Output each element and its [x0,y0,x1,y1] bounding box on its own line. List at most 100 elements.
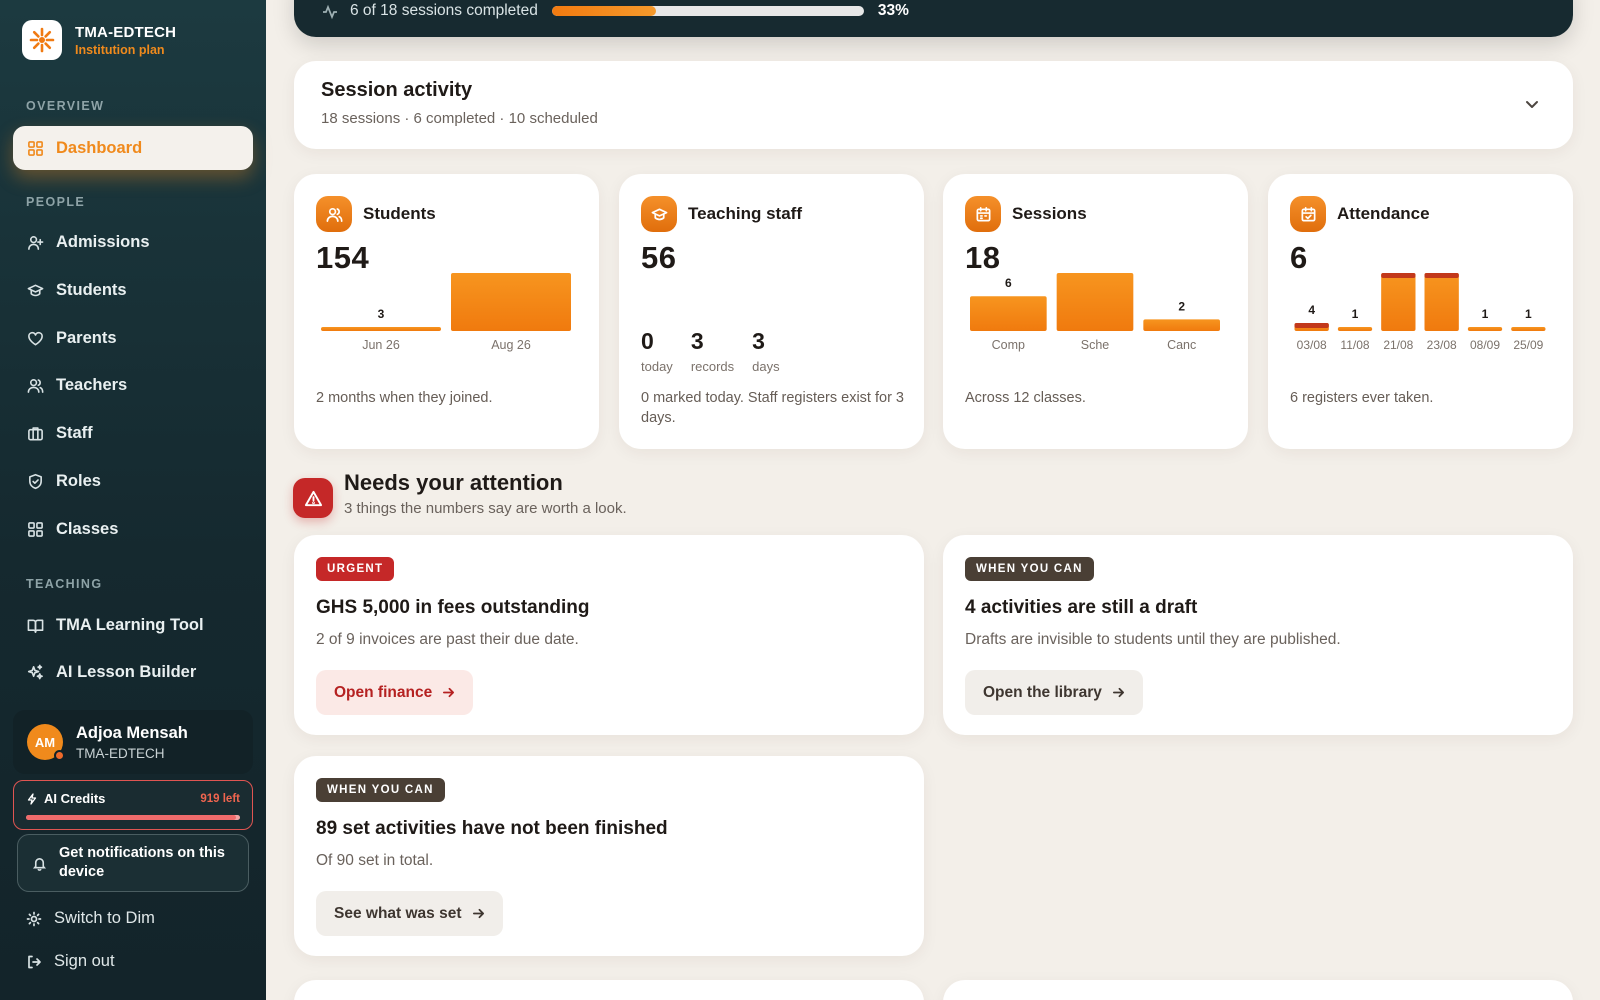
sidebar-item-teachers[interactable]: Teachers [13,363,253,407]
nav-section-overview: OVERVIEW [26,99,105,113]
next-card [943,980,1573,1000]
stat-note: 2 months when they joined. [316,390,493,406]
sessions-bar-chart: 6 Comp 10 Sche 2 Canc [970,266,1220,352]
students-stat-card[interactable]: Students 154 3Jun 26151Aug 26 2 months w… [294,174,599,449]
chart-bar-cap [1424,273,1459,278]
when-you-can-badge: WHEN YOU CAN [965,557,1094,581]
calendar-check-icon [1290,196,1326,232]
open-library-button[interactable]: Open the library [965,670,1143,715]
sidebar-item-label: Teachers [56,375,128,394]
ai-credits-title: AI Credits [44,791,106,806]
sidebar-item-ai-lesson-builder[interactable]: AI Lesson Builder [13,650,253,694]
progress-text: 6 of 18 sessions completed [350,2,538,19]
chart-data-label: 6 [1005,276,1012,290]
chart-category-label: 23/08 [1427,338,1457,352]
nav-section-teaching: TEACHING [26,577,103,591]
chart-bar [1511,327,1546,331]
sidebar-item-dashboard[interactable]: Dashboard [13,126,253,170]
mini-label: days [752,359,780,374]
task-title: GHS 5,000 in fees outstanding [316,597,590,618]
mini-stat-days: 3 days [752,328,779,374]
next-card [294,980,924,1000]
notifications-button[interactable]: Get notifications on this device [17,834,249,892]
progress-track [551,6,864,16]
book-open-icon [27,619,44,633]
progress-fill [551,6,656,16]
urgent-badge: URGENT [316,557,395,581]
stat-title: Sessions [1012,204,1087,223]
chart-bar [970,296,1047,331]
chart-data-label: 4 [1308,303,1315,317]
status-dot [54,750,65,761]
stat-value: 56 [641,240,677,275]
mini-value: 3 [690,328,704,354]
see-what-was-set-button[interactable]: See what was set [316,891,503,936]
chart-category-label: Aug 26 [491,338,531,352]
teaching-staff-stat-card[interactable]: Teaching staff 56 0 today 3 records 3 days … [619,174,924,449]
nav-section-people: PEOPLE [26,195,86,209]
brand-name: TMA-EDTECH [75,23,177,41]
warning-icon [293,478,333,518]
sidebar-item-staff[interactable]: Staff [13,411,253,455]
chart-category-label: Comp [992,338,1025,352]
switch-theme-button[interactable]: Switch to Dim [26,909,155,928]
sessions-stat-card[interactable]: Sessions 18 6Comp10Sche2Canc Across 12 c… [943,174,1248,449]
mini-label: records [690,359,735,374]
user-card[interactable]: AM Adjoa Mensah TMA-EDTECH [13,710,253,774]
session-activity-card[interactable]: Session activity 18 sessions · 6 complet… [294,61,1573,149]
chart-data-label: 3 [378,307,385,321]
students-bar-chart: 3 Jun 26 151 Aug 26 [321,266,571,352]
mini-value: 3 [752,328,765,354]
sidebar-item-learning-tool[interactable]: TMA Learning Tool [13,603,253,647]
stat-note: 0 marked today. Staff registers exist fo… [641,390,904,426]
chart-category-label: Sche [1081,338,1110,352]
ai-credits-header: AI Credits [26,791,105,806]
task-card-activities: WHEN YOU CAN 89 set activities have not … [294,756,924,956]
bell-icon [32,857,47,871]
sidebar-item-label: Classes [56,519,119,538]
chart-category-label: Jun 26 [362,338,400,352]
sidebar-item-parents[interactable]: Parents [13,316,253,360]
lightning-icon [27,792,37,805]
sign-out-icon [28,955,41,968]
sign-out-label: Sign out [54,952,115,970]
sidebar-item-label: Students [56,280,127,299]
sidebar-item-label: AI Lesson Builder [56,662,197,681]
sidebar-item-students[interactable]: Students [13,268,253,312]
avatar: AM [27,724,65,761]
avatar-initials: AM [34,734,56,750]
brand[interactable]: TMA-EDTECH Institution plan [22,20,176,60]
chart-bar [1467,327,1503,331]
grid-icon [28,521,43,537]
sparkles-icon [27,664,43,679]
mini-stat-today: 0 today [641,328,673,374]
chart-data-label: 29 [1435,266,1449,267]
users-icon [27,378,44,393]
button-label: Open finance [334,683,433,701]
sidebar-item-label: Roles [56,471,101,490]
sun-icon [26,911,42,926]
sidebar: TMA-EDTECH Institution plan OVERVIEW Das… [0,0,266,1000]
sign-out-button[interactable]: Sign out [26,952,115,971]
ai-credits-bar [26,815,240,820]
heart-icon [28,331,43,345]
ai-credits-card[interactable]: AI Credits 919 left [13,780,253,830]
sidebar-item-classes[interactable]: Classes [13,507,253,551]
chevron-down-icon[interactable] [1525,97,1539,111]
chart-bar-cap [1381,273,1416,278]
open-finance-button[interactable]: Open finance [316,670,474,715]
session-activity-subtitle: 18 sessions · 6 completed · 10 scheduled [321,110,598,127]
mini-stat-records: 3 records [691,328,734,374]
attendance-stat-card[interactable]: Attendance 6 403/08111/082921/082923/081… [1268,174,1573,449]
arrow-right-icon [443,687,455,698]
sidebar-item-label: Admissions [56,232,150,251]
chart-bar-cap [1294,323,1329,328]
task-title: 89 set activities have not been finished [316,818,668,839]
chart-data-label: 1 [1482,307,1489,321]
sidebar-item-admissions[interactable]: Admissions [13,220,253,264]
when-you-can-badge: WHEN YOU CAN [316,778,445,802]
chart-bar [1424,273,1459,331]
chart-data-label: 1 [1525,307,1532,321]
chart-bar [1143,319,1220,331]
sidebar-item-roles[interactable]: Roles [13,459,253,503]
